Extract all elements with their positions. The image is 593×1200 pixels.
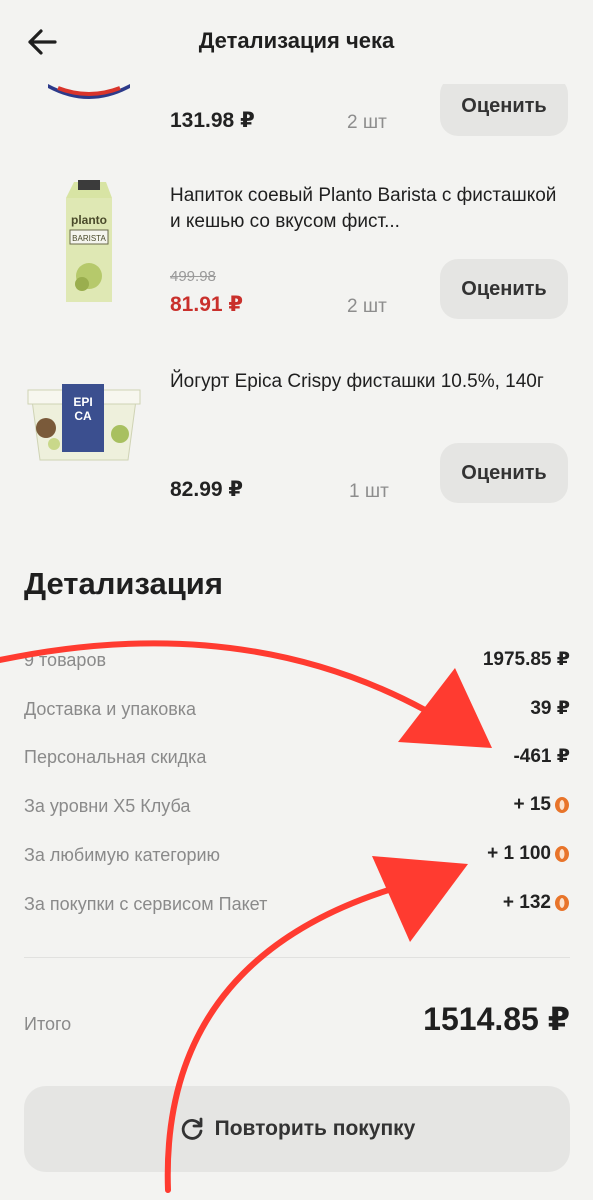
item-quantity: 1 шт bbox=[349, 481, 389, 502]
row-label: 9 товаров bbox=[24, 650, 107, 670]
bonus-coin-icon bbox=[555, 846, 569, 862]
item-price: 131.98 ₽ bbox=[170, 109, 255, 132]
details-row: За любимую категорию + 1 100 bbox=[24, 843, 570, 873]
row-value: 1975.85 ₽ bbox=[483, 648, 570, 671]
row-value-text: 1975.85 ₽ bbox=[482, 649, 570, 670]
item-title: Напиток соевый Planto Barista с фисташко… bbox=[170, 185, 557, 232]
page-title: Детализация чека bbox=[198, 28, 395, 53]
rate-button[interactable]: Оценить bbox=[440, 259, 568, 319]
top-bar: Детализация чека bbox=[0, 0, 593, 84]
row-label: За уровни X5 Клуба bbox=[24, 796, 191, 816]
details-row: За покупки с сервисом Пакет + 132 bbox=[24, 892, 570, 922]
product-image: EPI CA bbox=[27, 384, 141, 461]
row-value-text: + 15 bbox=[513, 794, 551, 815]
details-row: За уровни X5 Клуба + 15 bbox=[24, 794, 570, 824]
details-row: 9 товаров 1975.85 ₽ bbox=[24, 648, 570, 678]
row-value: 39 ₽ bbox=[530, 697, 570, 720]
total-label: Итого bbox=[24, 1014, 72, 1034]
row-value-text: + 1 100 bbox=[487, 843, 551, 864]
row-value: + 1 100 bbox=[487, 843, 570, 865]
row-value-text: + 132 bbox=[502, 892, 551, 913]
row-label: Персональная скидка bbox=[24, 747, 207, 767]
row-value: + 15 bbox=[513, 794, 570, 816]
product-image: planto BARISTA bbox=[66, 180, 112, 302]
total-value: 1514.85 ₽ bbox=[423, 1001, 570, 1037]
row-value-text: 39 ₽ bbox=[530, 698, 570, 719]
details-title: Детализация bbox=[24, 566, 223, 601]
row-value-text: -461 ₽ bbox=[513, 746, 570, 767]
product-image bbox=[48, 84, 130, 99]
row-label: За любимую категорию bbox=[24, 845, 221, 865]
repeat-purchase-label: Повторить покупку bbox=[214, 1117, 416, 1140]
details-row: Доставка и упаковка 39 ₽ bbox=[24, 697, 570, 727]
bonus-coin-icon bbox=[555, 797, 569, 813]
details-row: Персональная скидка -461 ₽ bbox=[24, 745, 570, 775]
row-value: -461 ₽ bbox=[513, 745, 570, 768]
row-value: + 132 bbox=[503, 892, 570, 914]
rate-button[interactable]: Оценить bbox=[440, 443, 568, 503]
item-price: 82.99 ₽ bbox=[170, 478, 243, 501]
bonus-coin-icon bbox=[555, 895, 569, 911]
svg-text:CA: CA bbox=[74, 409, 92, 423]
repeat-purchase-button[interactable]: Повторить покупку bbox=[24, 1086, 570, 1172]
svg-text:EPI: EPI bbox=[73, 395, 92, 409]
item-price: 81.91 ₽ bbox=[170, 293, 243, 316]
item-title: Йогурт Epica Crispy фисташки 10.5%, 140г bbox=[170, 371, 544, 392]
refresh-icon bbox=[181, 1117, 203, 1140]
rate-button[interactable]: Оценить bbox=[440, 76, 568, 136]
divider bbox=[24, 957, 570, 958]
row-label: Доставка и упаковка bbox=[24, 699, 197, 719]
item-old-price: 499.98 bbox=[170, 268, 216, 285]
row-label: За покупки с сервисом Пакет bbox=[24, 894, 268, 914]
item-quantity: 2 шт bbox=[347, 296, 387, 317]
svg-text:planto: planto bbox=[71, 213, 107, 227]
svg-text:BARISTA: BARISTA bbox=[72, 234, 106, 243]
item-quantity: 2 шт bbox=[347, 112, 387, 133]
